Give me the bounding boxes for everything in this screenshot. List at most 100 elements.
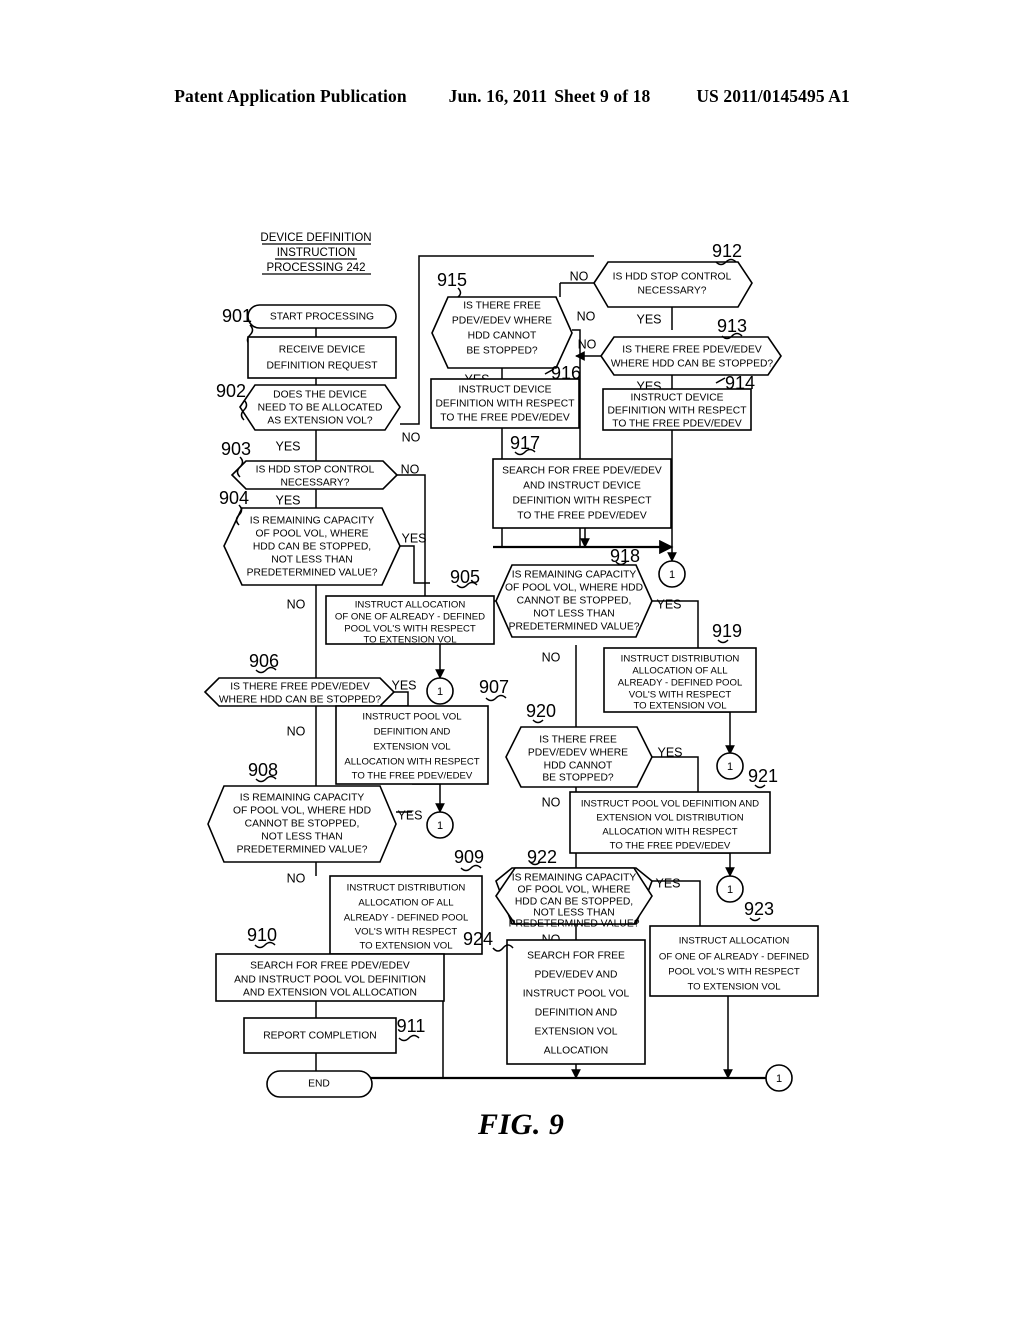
branch-904-no: NO <box>287 597 306 611</box>
node-917-line-3: DEFINITION WITH RESPECT <box>512 496 652 507</box>
node-913-line-1: IS THERE FREE PDEV/EDEV <box>622 345 762 356</box>
node-905-line-2: OF ONE OF ALREADY - DEFINED <box>335 612 485 623</box>
node-922-line-5: PREDETERMINED VALUE? <box>509 919 640 930</box>
branch-922-yes: YES <box>655 876 680 890</box>
node-904-line-1: IS REMAINING CAPACITY <box>250 516 375 527</box>
node-903-line-2: NECESSARY? <box>280 478 349 489</box>
connector-circle-after-905: 1 <box>426 677 454 705</box>
node-916-line-1: INSTRUCT DEVICE <box>458 385 551 396</box>
branch-918-yes: YES <box>656 597 681 611</box>
node-915-line-4: BE STOPPED? <box>466 346 538 357</box>
connector-label-b: 1 <box>437 820 443 832</box>
connector-circle-after-907: 1 <box>426 811 454 839</box>
node-908-line-2: OF POOL VOL, WHERE HDD <box>233 806 371 817</box>
node-909-process[interactable]: INSTRUCT DISTRIBUTION ALLOCATION OF ALL … <box>329 847 484 955</box>
ref-910: 910 <box>247 925 277 945</box>
ref-911: 911 <box>397 1016 426 1036</box>
ref-902: 902 <box>216 381 246 401</box>
node-906-line-2: WHERE HDD CAN BE STOPPED? <box>219 695 382 706</box>
node-909-line-5: TO EXTENSION VOL <box>359 941 453 952</box>
branch-904-yes: YES <box>401 531 426 545</box>
connector-circle-after-921: 1 <box>716 875 744 903</box>
node-917-process[interactable]: SEARCH FOR FREE PDEV/EDEV AND INSTRUCT D… <box>492 433 672 529</box>
diagram-title-line-3: PROCESSING 242 <box>266 262 365 274</box>
node-913-line-2: WHERE HDD CAN BE STOPPED? <box>611 359 774 370</box>
branch-902-no: NO <box>402 430 421 444</box>
branch-920-yes: YES <box>657 745 682 759</box>
ref-907: 907 <box>479 677 509 697</box>
node-924-line-1: SEARCH FOR FREE <box>527 951 625 962</box>
node-903-line-1: IS HDD STOP CONTROL <box>256 465 375 476</box>
node-923-line-3: POOL VOL'S WITH RESPECT <box>668 967 800 978</box>
node-923-line-4: TO EXTENSION VOL <box>687 982 781 993</box>
node-917-line-4: TO THE FREE PDEV/EDEV <box>517 511 647 522</box>
ref-913: 913 <box>717 316 747 336</box>
connector-label-c: 1 <box>669 569 675 581</box>
node-921-line-2: EXTENSION VOL DISTRIBUTION <box>596 813 743 824</box>
node-903-decision[interactable]: IS HDD STOP CONTROL NECESSARY? 903 NO YE… <box>221 439 420 508</box>
node-910-line-3: AND EXTENSION VOL ALLOCATION <box>243 988 417 999</box>
node-907-line-5: TO THE FREE PDEV/EDEV <box>352 771 473 782</box>
node-916-process[interactable]: INSTRUCT DEVICE DEFINITION WITH RESPECT … <box>430 363 581 429</box>
node-924-line-2: PDEV/EDEV AND <box>535 970 618 981</box>
node-904-line-4: NOT LESS THAN <box>271 555 352 566</box>
node-907-line-3: EXTENSION VOL <box>373 742 451 753</box>
node-924-line-5: EXTENSION VOL <box>535 1027 618 1038</box>
node-923-line-1: INSTRUCT ALLOCATION <box>679 936 790 947</box>
node-905-line-3: POOL VOL'S WITH RESPECT <box>344 624 476 635</box>
node-916-line-3: TO THE FREE PDEV/EDEV <box>440 413 570 424</box>
node-911-process[interactable]: REPORT COMPLETION 911 <box>243 1016 426 1054</box>
node-918-line-2: OF POOL VOL, WHERE HDD <box>505 583 643 594</box>
branch-920-no: NO <box>542 795 561 809</box>
node-receive-device-definition-request[interactable]: RECEIVE DEVICE DEFINITION REQUEST <box>247 336 397 379</box>
ref-901: 901 <box>222 306 252 326</box>
ref-921: 921 <box>748 766 778 786</box>
node-909-line-4: VOL'S WITH RESPECT <box>355 927 458 938</box>
branch-906-no: NO <box>287 724 306 738</box>
node-end-terminator[interactable]: END <box>266 1070 373 1098</box>
ref-919: 919 <box>712 621 742 641</box>
node-end-line-1: END <box>308 1079 330 1090</box>
node-919-line-5: TO EXTENSION VOL <box>633 701 727 712</box>
node-923-process[interactable]: INSTRUCT ALLOCATION OF ONE OF ALREADY - … <box>649 899 819 997</box>
node-916-line-2: DEFINITION WITH RESPECT <box>435 399 575 410</box>
node-909-line-3: ALREADY - DEFINED POOL <box>344 913 469 924</box>
diagram-title-line-1: DEVICE DEFINITION <box>260 232 371 244</box>
node-906-line-1: IS THERE FREE PDEV/EDEV <box>230 682 370 693</box>
node-921-line-4: TO THE FREE PDEV/EDEV <box>610 841 731 852</box>
ref-916: 916 <box>551 363 581 383</box>
node-924-line-4: DEFINITION AND <box>535 1008 617 1019</box>
node-914-process[interactable]: INSTRUCT DEVICE DEFINITION WITH RESPECT … <box>602 373 755 431</box>
node-920-line-2: PDEV/EDEV WHERE <box>528 748 628 759</box>
node-912-decision[interactable]: IS HDD STOP CONTROL NECESSARY? 912 NO YE… <box>570 241 753 327</box>
branch-906-yes: YES <box>391 678 416 692</box>
ref-912: 912 <box>712 241 742 261</box>
node-915-line-1: IS THERE FREE <box>463 301 541 312</box>
node-908-line-4: NOT LESS THAN <box>261 832 342 843</box>
branch-903-yes: YES <box>275 493 300 507</box>
node-917-line-1: SEARCH FOR FREE PDEV/EDEV <box>502 466 662 477</box>
ref-904: 904 <box>219 488 249 508</box>
ref-906: 906 <box>249 651 279 671</box>
node-922-line-1: IS REMAINING CAPACITY <box>512 873 637 884</box>
branch-903-no: NO <box>401 462 420 476</box>
ref-915: 915 <box>437 270 467 290</box>
ref-923: 923 <box>744 899 774 919</box>
node-912-line-2: NECESSARY? <box>637 286 706 297</box>
ref-914: 914 <box>725 373 755 393</box>
node-915-line-3: HDD CANNOT <box>468 331 537 342</box>
diagram-title-line-2: INSTRUCTION <box>277 247 356 259</box>
node-914-line-1: INSTRUCT DEVICE <box>630 393 723 404</box>
branch-908-no: NO <box>287 871 306 885</box>
node-904-line-3: HDD CAN BE STOPPED, <box>253 542 371 553</box>
node-904-decision[interactable]: IS REMAINING CAPACITY OF POOL VOL, WHERE… <box>219 488 427 612</box>
node-924-process[interactable]: SEARCH FOR FREE PDEV/EDEV AND INSTRUCT P… <box>463 929 646 1065</box>
node-918-decision[interactable]: IS REMAINING CAPACITY OF POOL VOL, WHERE… <box>495 546 682 665</box>
node-902-line-2: NEED TO BE ALLOCATED <box>258 403 383 414</box>
ref-924: 924 <box>463 929 493 949</box>
patent-figure-page: Patent Application Publication Jun. 16, … <box>0 0 1024 1320</box>
flowchart-diagram: DEVICE DEFINITION INSTRUCTION PROCESSING… <box>203 232 819 1098</box>
node-918-line-1: IS REMAINING CAPACITY <box>512 570 637 581</box>
node-908-line-3: CANNOT BE STOPPED, <box>245 819 360 830</box>
node-907-line-1: INSTRUCT POOL VOL <box>362 712 462 723</box>
